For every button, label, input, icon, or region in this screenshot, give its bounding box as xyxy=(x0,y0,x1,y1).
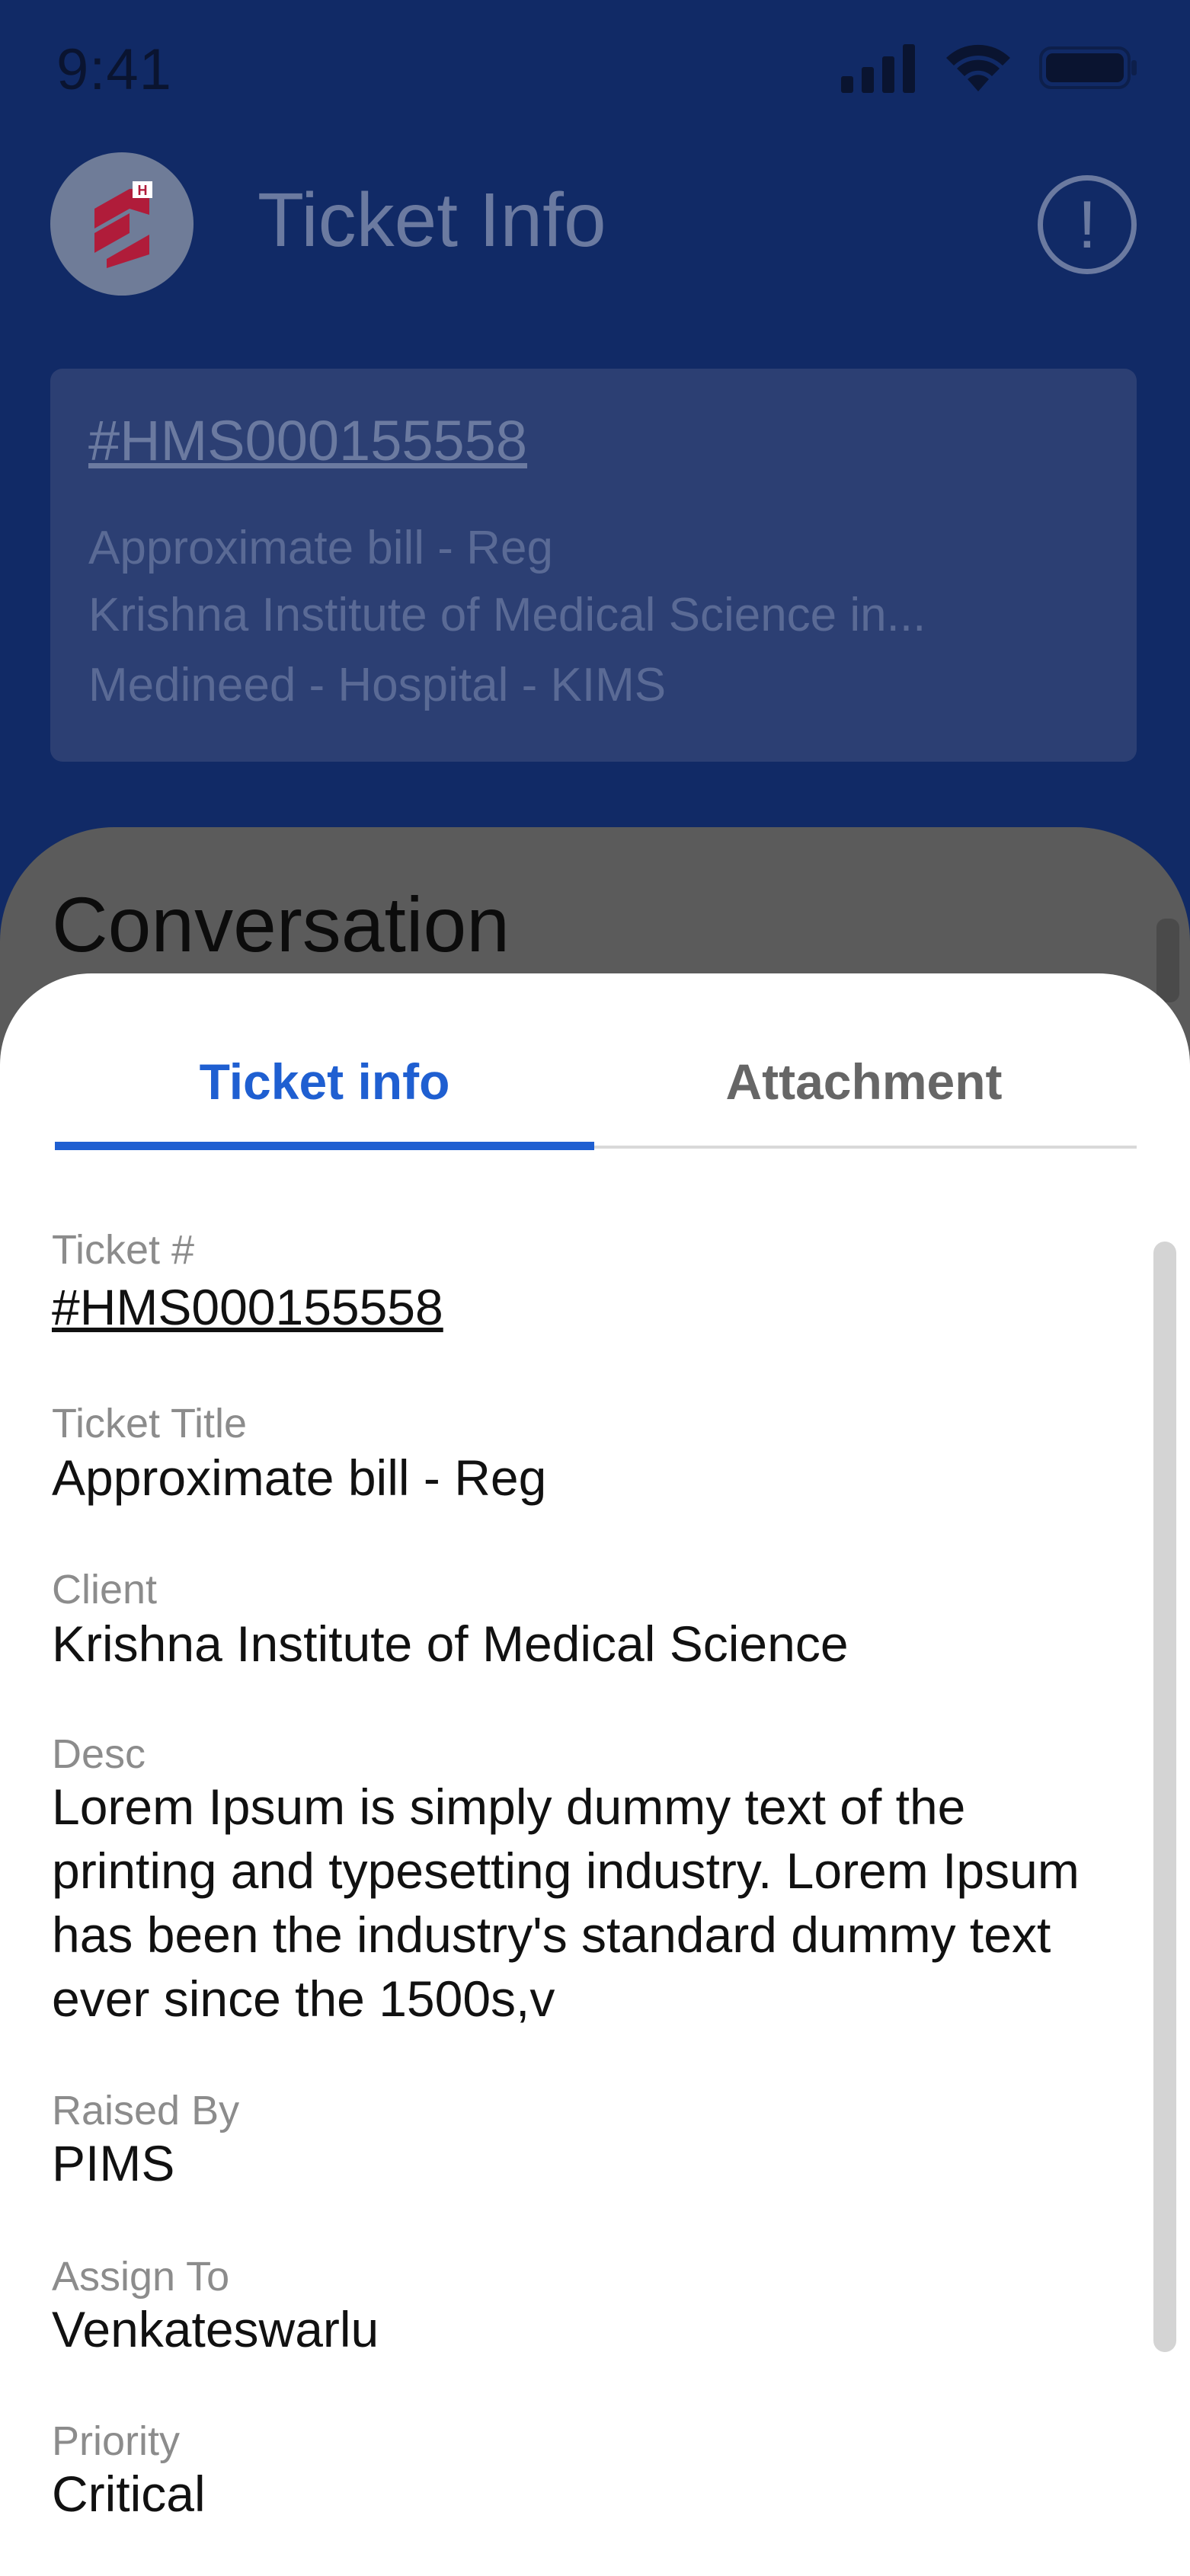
ticket-details-sheet: Ticket info Attachment Ticket # #HMS0001… xyxy=(0,973,1190,2576)
battery-icon xyxy=(1039,45,1138,94)
info-button[interactable]: ! xyxy=(1038,175,1137,274)
raised-by-label: Raised By xyxy=(52,2088,240,2133)
svg-text:H: H xyxy=(138,183,148,198)
details-scrollbar[interactable] xyxy=(1153,1242,1176,2352)
status-time: 9:41 xyxy=(56,37,172,102)
tab-attachment[interactable]: Attachment xyxy=(594,1053,1134,1111)
desc-value: Lorem Ipsum is simply dummy text of the … xyxy=(52,1779,1080,2027)
priority-value: Critical xyxy=(52,2466,206,2522)
conversation-scrollbar[interactable] xyxy=(1156,919,1179,1002)
conversation-title: Conversation xyxy=(52,881,510,968)
raised-by-value: PIMS xyxy=(52,2135,175,2191)
wifi-icon xyxy=(943,43,1013,97)
page-title: Ticket Info xyxy=(258,177,606,263)
hospital-logo-icon: H xyxy=(50,152,194,296)
tab-bar: Ticket info Attachment xyxy=(55,973,1137,1150)
priority-label: Priority xyxy=(52,2418,181,2464)
desc-label: Desc xyxy=(52,1731,146,1777)
assign-to-value: Venkateswarlu xyxy=(52,2301,379,2357)
summary-line-client: Krishna Institute of Medical Science in.… xyxy=(88,589,926,641)
ticket-summary-card[interactable]: #HMS000155558 Approximate bill - Reg Kri… xyxy=(50,369,1137,762)
info-alert-icon: ! xyxy=(1077,187,1097,262)
tab-ticket-info[interactable]: Ticket info xyxy=(55,1053,594,1111)
client-value: Krishna Institute of Medical Science xyxy=(52,1616,849,1672)
ticket-info-screen: 9:41 H Ticket Info ! #HMS000155558 Appro… xyxy=(0,0,1190,2576)
ticket-title-label: Ticket Title xyxy=(52,1401,248,1446)
assign-to-label: Assign To xyxy=(52,2254,230,2300)
summary-line-title: Approximate bill - Reg xyxy=(88,522,553,574)
ticket-title-value: Approximate bill - Reg xyxy=(52,1449,547,1506)
ticket-number-link[interactable]: #HMS000155558 xyxy=(52,1278,443,1336)
active-tab-indicator xyxy=(55,1142,594,1150)
summary-ticket-id[interactable]: #HMS000155558 xyxy=(88,408,527,473)
summary-line-category: Medineed - Hospital - KIMS xyxy=(88,659,667,711)
status-icons xyxy=(841,43,1138,96)
signal-icon xyxy=(841,43,917,97)
ticket-number-label: Ticket # xyxy=(52,1227,195,1273)
client-label: Client xyxy=(52,1567,158,1612)
